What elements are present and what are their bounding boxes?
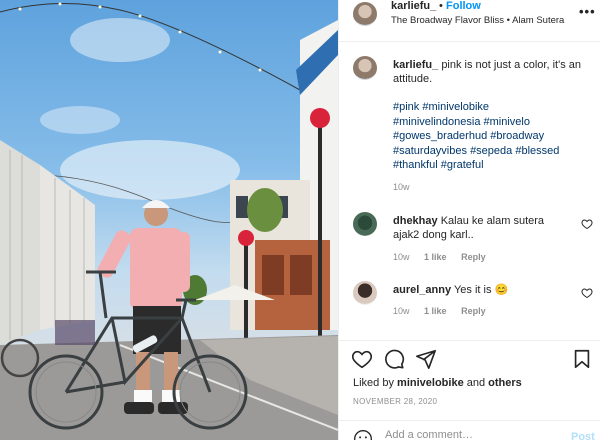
post-header: karliefu_ • Follow The Broadway Flavor B… [339,0,600,42]
hashtag-list: #pink #minivelobike #minivelindonesia #m… [393,100,593,173]
comment-text: aurel_anny Yes it is 😊 [393,283,573,297]
commenter-username[interactable]: aurel_anny [393,284,451,296]
header-separator: • [439,0,443,12]
header-divider [339,41,600,42]
likes-others-link[interactable]: others [488,377,522,389]
hashtag-link[interactable]: #sepeda [470,145,512,157]
emoji-icon[interactable] [353,429,373,440]
comment-icon[interactable] [383,348,405,370]
comment-text: dhekhay Kalau ke alam sutera ajak2 dong … [393,214,573,242]
commenter-avatar[interactable] [353,281,377,305]
caption-text: karliefu_ pink is not just a color, it's… [393,58,593,86]
hashtag-link[interactable]: #broadway [490,130,544,142]
hashtag-link[interactable]: #thankful [393,159,438,171]
post-photo[interactable] [0,0,338,440]
comment-message: Yes it is 😊 [453,284,509,296]
share-icon[interactable] [415,348,437,370]
commenter-username[interactable]: dhekhay [393,215,438,227]
bookmark-icon[interactable] [571,348,593,370]
caption-avatar[interactable] [353,56,377,80]
likes-user-link[interactable]: minivelobike [397,377,464,389]
action-bar [339,346,600,374]
post-side-panel: karliefu_ • Follow The Broadway Flavor B… [338,0,600,440]
hashtag-link[interactable]: #minivelo [484,116,530,128]
author-avatar[interactable] [353,2,377,26]
comment-timestamp[interactable]: 10w [393,306,410,316]
comment-heart-icon[interactable] [581,287,593,299]
more-horizontal-icon[interactable]: ••• [579,4,596,19]
hashtag-link[interactable]: #saturdayvibes [393,145,467,157]
likes-summary: Liked by minivelobike and others [353,377,522,389]
post-date[interactable]: NOVEMBER 28, 2020 [353,397,437,406]
comment-heart-icon[interactable] [581,218,593,230]
likes-prefix: Liked by [353,377,394,389]
author-username[interactable]: karliefu_ [391,0,436,12]
hashtag-link[interactable]: #blessed [515,145,559,157]
photo-illustration [0,2,338,440]
comment-like-count[interactable]: 1 like [424,252,447,262]
comment-meta: 10w 1 like Reply [393,306,498,316]
hashtag-link[interactable]: #minivelobike [422,101,489,113]
comment-timestamp[interactable]: 10w [393,252,410,262]
reply-button[interactable]: Reply [461,306,486,316]
comment-meta: 10w 1 like Reply [393,252,498,262]
follow-button[interactable]: Follow [446,0,481,12]
post-comment-button[interactable]: Post [571,431,595,440]
comment-input[interactable] [385,429,555,440]
caption-username[interactable]: karliefu_ [393,59,438,71]
caption-timestamp[interactable]: 10w [393,182,410,192]
likes-joiner: and [466,377,486,389]
reply-button[interactable]: Reply [461,252,486,262]
hashtag-link[interactable]: #grateful [441,159,484,171]
hashtag-link[interactable]: #gowes_braderhud [393,130,487,142]
actions-divider [339,340,600,341]
location-link[interactable]: The Broadway Flavor Bliss • Alam Sutera [391,15,564,26]
hashtag-link[interactable]: #pink [393,101,419,113]
comment-like-count[interactable]: 1 like [424,306,447,316]
add-comment-row: Post [339,420,600,440]
heart-icon[interactable] [351,348,373,370]
hashtag-link[interactable]: #minivelindonesia [393,116,480,128]
commenter-avatar[interactable] [353,212,377,236]
